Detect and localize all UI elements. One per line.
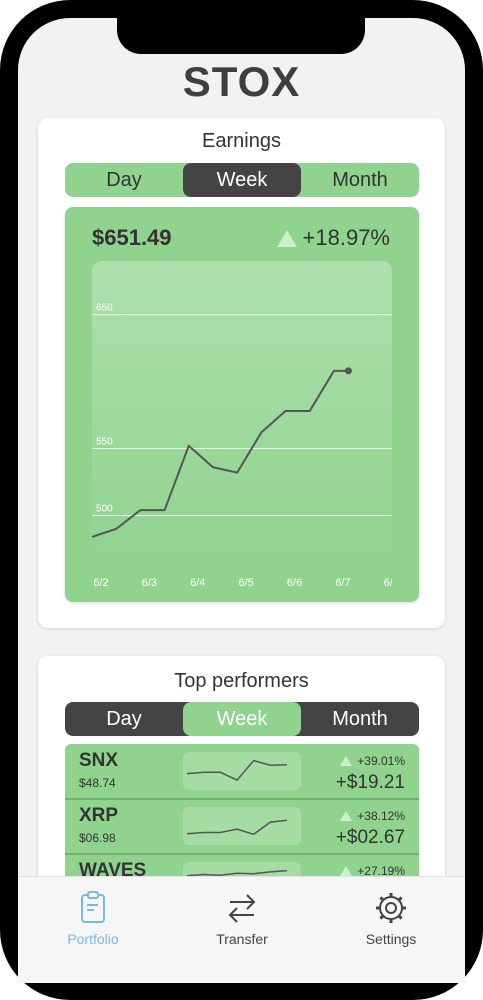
tab-bar: Portfolio Transfer Settings [18,876,465,983]
tab-transfer-label: Transfer [216,931,268,947]
tab-settings-label: Settings [365,931,417,947]
performers-tab-week[interactable]: Week [183,702,301,736]
x-tick-label: 6/6 [287,577,302,589]
performer-price: $06.98 [79,831,116,845]
earnings-series-line [92,369,349,538]
y-tick-label: 500 [96,503,113,514]
sparkline-series [186,819,288,836]
performer-gain: +$02.67 [335,827,405,848]
earnings-plot: 500 550 650 6/2 6/3 6/4 6/5 6/6 6/7 6/8 [92,261,392,589]
performer-row[interactable]: SNX $48.74 +39.01% +$19.21 [65,744,419,800]
x-tick-label: 6/3 [142,577,157,589]
notch [117,18,365,54]
x-tick-label: 6/2 [93,577,108,589]
x-tick-label: 6/5 [239,577,254,589]
performer-sparkline [183,752,301,790]
performers-period-selector: Day Week Month [65,702,419,736]
sparkline-series [186,759,288,782]
performers-tab-month[interactable]: Month [301,702,419,736]
up-triangle-icon [340,866,353,876]
earnings-period-selector: Day Week Month [65,163,419,197]
gear-icon [376,893,406,923]
performers-tab-day[interactable]: Day [65,702,183,736]
earnings-line-chart: 500 550 650 6/2 6/3 6/4 6/5 6/6 6/7 6/8 [92,303,392,589]
performer-row[interactable]: XRP $06.98 +38.12% +$02.67 [65,799,419,855]
earnings-change: +18.97% [276,225,390,251]
x-tick-label: 6/8 [384,577,392,589]
x-tick-label: 6/4 [190,577,205,589]
up-triangle-icon [276,229,297,247]
x-tick-label: 6/7 [335,577,350,589]
y-tick-label: 550 [96,437,113,448]
performer-price: $48.74 [79,776,116,790]
earnings-tab-month[interactable]: Month [301,163,419,197]
earnings-last-point [344,367,352,375]
earnings-price: $651.49 [92,225,172,250]
performer-pct-value: +38.12% [357,809,405,823]
performer-pct: +38.12% [340,809,405,823]
earnings-tab-day[interactable]: Day [65,163,183,197]
arrows-swap-icon [228,894,256,923]
performer-symbol: SNX [79,750,119,771]
performer-pct: +39.01% [340,754,405,768]
tab-transfer[interactable]: Transfer [187,891,297,947]
clipboard-icon [81,891,105,923]
earnings-chart-panel: $651.49 +18.97% 500 550 650 6/2 6/3 6/4 6/5 6/6… [65,207,419,602]
earnings-change-value: +18.97% [302,225,390,250]
earnings-tab-week[interactable]: Week [183,163,301,197]
tab-portfolio[interactable]: Portfolio [38,891,148,947]
performer-pct-value: +39.01% [357,754,405,768]
top-performers-title: Top performers [174,670,309,692]
performers-list: SNX $48.74 +39.01% +$19.21 XRP $06.98 +3… [65,744,419,894]
tab-portfolio-label: Portfolio [67,931,119,947]
up-triangle-icon [340,756,353,766]
earnings-title: Earnings [202,130,281,152]
performer-sparkline [183,807,301,845]
up-triangle-icon [340,811,353,821]
y-tick-label: 650 [96,303,113,314]
app-title: STOX [182,58,301,105]
performer-symbol: XRP [79,805,119,826]
performer-gain: +$19.21 [335,772,405,793]
tab-settings[interactable]: Settings [336,891,446,947]
